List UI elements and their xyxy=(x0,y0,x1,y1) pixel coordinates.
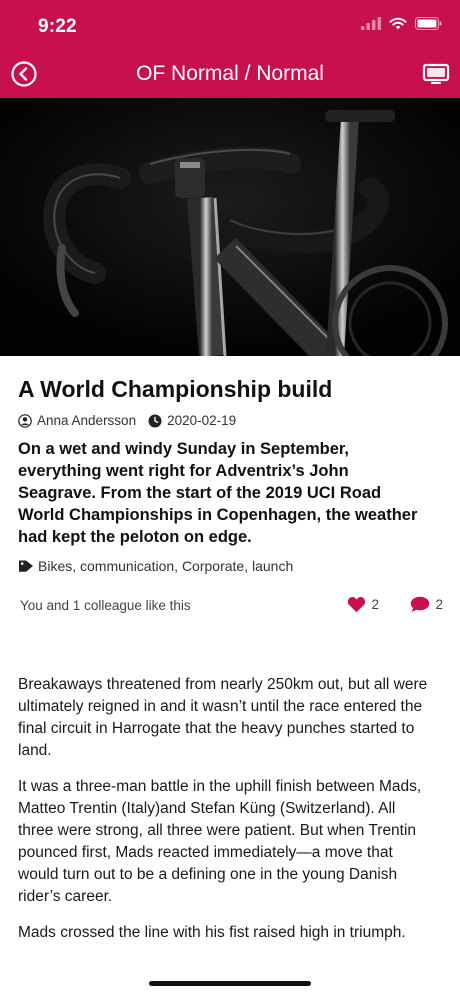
clock-icon xyxy=(148,414,162,427)
article-meta: Anna Andersson 2020-02-19 xyxy=(18,413,236,428)
comment-button[interactable]: 2 xyxy=(410,596,443,613)
wifi-icon xyxy=(389,17,407,30)
status-icons xyxy=(361,17,442,30)
article-lead: On a wet and windy Sunday in September, … xyxy=(18,440,418,546)
article-title: A World Championship build xyxy=(18,376,333,402)
hero-image xyxy=(0,98,460,356)
body-paragraph: It was a three-man battle in the uphill … xyxy=(18,778,422,905)
tag-icon xyxy=(19,560,33,572)
home-indicator[interactable] xyxy=(149,981,311,986)
nav-title: OF Normal / Normal xyxy=(136,62,324,85)
signal-icon xyxy=(361,17,381,30)
article-author: Anna Andersson xyxy=(37,413,137,428)
heart-icon xyxy=(348,597,366,613)
like-count: 2 xyxy=(371,597,379,612)
comment-icon xyxy=(411,596,430,612)
article-date: 2020-02-19 xyxy=(167,413,237,428)
status-bar: 9:22 xyxy=(0,0,460,52)
like-button[interactable]: 2 xyxy=(347,596,379,613)
bicycle-photo xyxy=(0,98,460,356)
status-time: 9:22 xyxy=(38,16,77,37)
article-tags[interactable]: Bikes, communication, Corporate, launch xyxy=(18,558,293,574)
article-body: Breakaways threatened from nearly 250km … xyxy=(18,674,428,958)
nav-bar: OF Normal / Normal xyxy=(0,52,460,98)
likes-summary: You and 1 colleague like this xyxy=(20,598,191,613)
body-paragraph: Breakaways threatened from nearly 250km … xyxy=(18,676,428,759)
body-paragraph: Mads crossed the line with his fist rais… xyxy=(18,924,406,941)
tags-text: Bikes, communication, Corporate, launch xyxy=(38,558,294,574)
person-icon xyxy=(18,413,32,428)
social-bar: You and 1 colleague like this 2 2 xyxy=(20,596,445,618)
comment-count: 2 xyxy=(435,597,443,612)
battery-icon xyxy=(415,17,442,30)
display-icon[interactable] xyxy=(422,62,450,86)
